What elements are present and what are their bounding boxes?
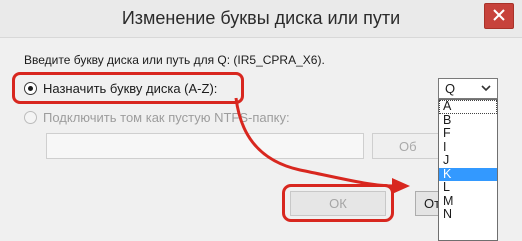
change-drive-letter-dialog: Изменение буквы диска или пути Введите б… bbox=[0, 0, 522, 241]
annotation-arrow bbox=[234, 97, 410, 194]
